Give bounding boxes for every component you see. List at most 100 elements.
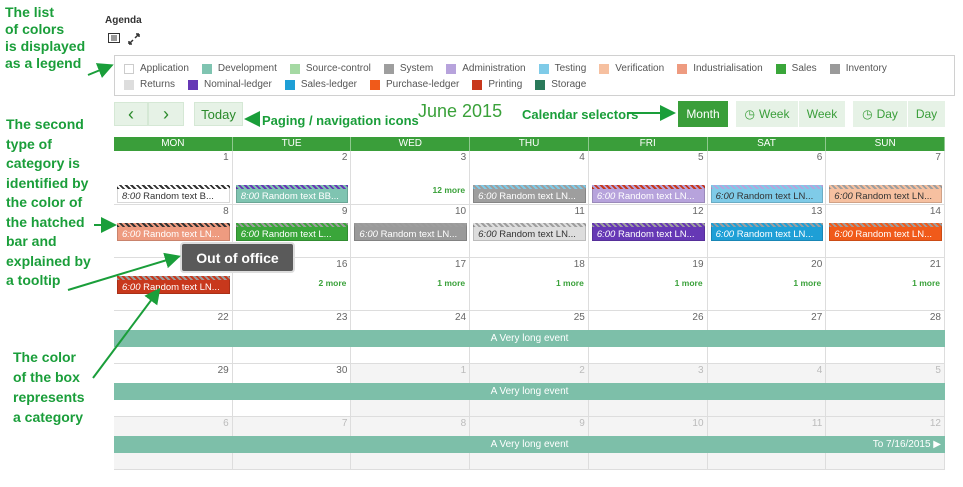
event-text: Random text B... (143, 191, 214, 202)
legend-label: Returns (140, 79, 176, 90)
calendar-event[interactable]: 6:00 Random text LN... (117, 223, 230, 241)
day-button[interactable]: Day (908, 101, 945, 127)
day-cell[interactable]: 20 1 more (708, 258, 827, 310)
day-number[interactable]: 11 (812, 418, 822, 429)
day-number[interactable]: 2 (342, 152, 348, 163)
event-time: 6:00 (596, 229, 616, 240)
clock-icon: ◷ (744, 107, 755, 121)
day-number[interactable]: 12 (692, 206, 703, 217)
day-number[interactable]: 19 (692, 259, 703, 270)
day-number[interactable]: 20 (811, 259, 822, 270)
calendar-event[interactable]: 6:00 Random text LN... (710, 185, 824, 203)
week-icon-button[interactable]: ◷ Week (736, 101, 798, 127)
next-button[interactable]: › (148, 102, 184, 126)
day-number[interactable]: 22 (218, 312, 229, 323)
calendar-event[interactable]: 6:00 Random text LN... (591, 185, 705, 203)
day-number[interactable]: 4 (817, 365, 823, 376)
more-link[interactable]: 12 more (433, 185, 466, 195)
day-cell[interactable]: 3 12 more (351, 151, 471, 204)
calendar-event[interactable]: 6:00 Random text LN... (117, 276, 230, 294)
long-event[interactable]: A Very long event (114, 330, 945, 347)
day-icon-button[interactable]: ◷ Day (853, 101, 907, 127)
day-number[interactable]: 26 (692, 312, 703, 323)
day-number[interactable]: 7 (342, 418, 348, 429)
day-number[interactable]: 24 (455, 312, 466, 323)
day-number[interactable]: 10 (455, 206, 466, 217)
day-cell[interactable]: 17 1 more (351, 258, 471, 310)
day-number[interactable]: 3 (461, 152, 467, 163)
more-link[interactable]: 2 more (319, 278, 347, 288)
day-number[interactable]: 5 (698, 152, 704, 163)
day-number[interactable]: 1 (461, 365, 467, 376)
day-number[interactable]: 12 (930, 418, 941, 429)
day-number[interactable]: 13 (811, 206, 822, 217)
day-number[interactable]: 27 (811, 312, 822, 323)
annotation-line: of the box (13, 369, 80, 385)
day-number[interactable]: 1 (223, 152, 229, 163)
day-number[interactable]: 9 (579, 418, 585, 429)
calendar-event[interactable]: 8:00 Random text BB... (235, 185, 349, 203)
day-cell[interactable]: 18 1 more (470, 258, 589, 310)
today-button[interactable]: Today (194, 102, 243, 126)
day-number[interactable]: 9 (342, 206, 348, 217)
day-number[interactable]: 25 (574, 312, 585, 323)
day-number[interactable]: 16 (336, 259, 347, 270)
calendar-event[interactable]: 6:00 Random text L... (235, 223, 349, 241)
legend-annotation: The list of colors is displayed as a leg… (5, 4, 85, 72)
day-number[interactable]: 8 (461, 418, 467, 429)
long-event[interactable]: A Very long event (114, 383, 945, 400)
calendar-event[interactable]: 6:00 Random text LN... (354, 223, 468, 241)
calendar-event[interactable]: 6:00 Random text LN... (473, 185, 586, 203)
day-number[interactable]: 30 (336, 365, 347, 376)
day-number[interactable]: 4 (579, 152, 585, 163)
calendar-event[interactable]: 6:00 Random text LN... (829, 223, 942, 241)
calendar-event[interactable]: 6:00 Random text LN... (829, 185, 942, 203)
day-number[interactable]: 5 (935, 365, 941, 376)
day-number[interactable]: 6 (817, 152, 823, 163)
legend-item: Sales (775, 63, 817, 74)
month-button[interactable]: Month (678, 101, 728, 127)
day-cell[interactable]: 19 1 more (589, 258, 708, 310)
day-number[interactable]: 3 (698, 365, 704, 376)
calendar-event[interactable]: 6:00 Random text LN... (591, 223, 705, 241)
day-cell[interactable]: 21 1 more (826, 258, 945, 310)
more-link[interactable]: 1 more (793, 278, 821, 288)
weeks-container: 1 2 3 12 more 4 5 6 7 8:00 Random text B... 8:00 … (114, 151, 945, 470)
day-number[interactable]: 17 (455, 259, 466, 270)
prev-button[interactable]: ‹ (114, 102, 148, 126)
long-event-label: A Very long event (490, 439, 569, 450)
legend-item: Verification (599, 63, 664, 74)
list-view-icon[interactable] (108, 33, 120, 48)
legend-swatch (383, 63, 394, 74)
more-link[interactable]: 1 more (675, 278, 703, 288)
day-number[interactable]: 8 (223, 206, 229, 217)
category-legend: Application Development Source-control Syst… (114, 55, 955, 96)
day-number[interactable]: 18 (574, 259, 585, 270)
more-link[interactable]: 1 more (437, 278, 465, 288)
more-link[interactable]: 1 more (912, 278, 940, 288)
calendar-event[interactable]: 8:00 Random text B... (117, 185, 230, 203)
legend-item: Source-control (289, 63, 371, 74)
day-number[interactable]: 23 (336, 312, 347, 323)
legend-label: Source-control (305, 63, 371, 74)
day-number[interactable]: 21 (930, 259, 941, 270)
annotation-line: represents (13, 389, 85, 405)
annotation-line: the hatched (6, 213, 85, 230)
day-number[interactable]: 29 (218, 365, 229, 376)
legend-label: Testing (554, 63, 587, 74)
day-number[interactable]: 2 (579, 365, 585, 376)
calendar-event[interactable]: 6:00 Random text LN... (710, 223, 824, 241)
long-event[interactable]: A Very long event To 7/16/2015 ▶ (114, 436, 945, 453)
week-button[interactable]: Week (799, 101, 845, 127)
legend-swatch (289, 63, 300, 74)
day-number[interactable]: 6 (223, 418, 229, 429)
expand-icon[interactable] (128, 33, 140, 48)
day-number[interactable]: 28 (930, 312, 941, 323)
day-number[interactable]: 7 (935, 152, 941, 163)
day-number[interactable]: 14 (930, 206, 941, 217)
day-number[interactable]: 11 (574, 206, 584, 217)
more-link[interactable]: 1 more (556, 278, 584, 288)
calendar-event[interactable]: 6:00 Random text LN... (473, 223, 586, 241)
day-number[interactable]: 10 (692, 418, 703, 429)
annotation-line: explained by (6, 252, 91, 269)
